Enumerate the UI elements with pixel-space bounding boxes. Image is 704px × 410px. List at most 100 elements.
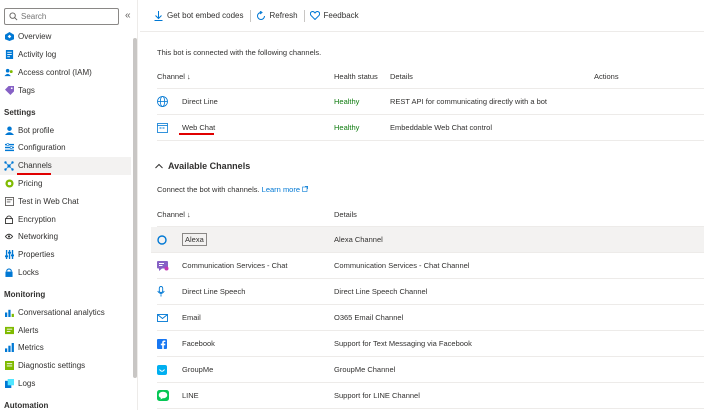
properties-icon (4, 250, 14, 260)
configuration-icon (4, 143, 14, 153)
alerts-icon (4, 325, 14, 335)
channel-name[interactable]: Email (182, 313, 334, 322)
analytics-icon (4, 307, 14, 317)
available-channels-table: Channel ↓ Details Alexa Alexa Channel Co… (151, 203, 704, 409)
collapse-sidebar-button[interactable]: « (125, 10, 131, 21)
refresh-button[interactable]: Refresh (256, 10, 298, 21)
table-row[interactable]: Direct Line Speech Direct Line Speech Ch… (157, 279, 704, 305)
table-row[interactable]: Email O365 Email Channel (157, 305, 704, 331)
diagnostic-settings-icon (4, 361, 14, 371)
sidebar-item-label: Configuration (18, 143, 66, 153)
available-desc-text: Connect the bot with channels. (157, 185, 260, 194)
facebook-icon (157, 338, 182, 349)
sidebar-item-networking[interactable]: Networking (0, 228, 131, 246)
search-icon (9, 12, 18, 21)
toolbar-separator (249, 9, 251, 22)
channel-details: Support for Text Messaging via Facebook (334, 339, 472, 348)
sidebar-item-label: Tags (18, 85, 35, 95)
toolbar: Get bot embed codes Refresh Feedback (140, 0, 704, 32)
activity-log-icon (4, 50, 14, 60)
refresh-icon (256, 10, 265, 20)
feedback-button[interactable]: Feedback (309, 11, 359, 20)
communication-services-icon (157, 260, 182, 271)
table-row[interactable]: Communication Services - Chat Communicat… (157, 253, 704, 279)
sidebar-item-configuration[interactable]: Configuration (0, 139, 131, 157)
sidebar-item-label: Activity log (18, 50, 57, 60)
table-row[interactable]: Facebook Support for Text Messaging via … (157, 331, 704, 357)
header-actions: Actions (594, 72, 619, 81)
header-channel[interactable]: Channel ↓ (157, 210, 334, 219)
refresh-label: Refresh (269, 11, 298, 20)
table-row[interactable]: Web Chat Healthy Embeddable Web Chat con… (157, 115, 704, 141)
line-icon (157, 390, 182, 401)
search-box[interactable] (4, 8, 119, 25)
sidebar-item-label: Pricing (18, 178, 43, 188)
sidebar-item-label: Conversational analytics (18, 307, 105, 317)
learn-more-label: Learn more (261, 185, 301, 194)
sidebar-item-conversational-analytics[interactable]: Conversational analytics (0, 303, 131, 321)
sidebar-item-diagnostic-settings[interactable]: Diagnostic settings (0, 357, 131, 375)
channel-details: Support for LINE Channel (334, 391, 420, 400)
available-desc: Connect the bot with channels. Learn mor… (157, 185, 309, 194)
channels-highlight-underline (17, 172, 51, 175)
sidebar-item-bot-profile[interactable]: Bot profile (0, 121, 131, 139)
table-row[interactable]: Alexa Alexa Channel (151, 227, 704, 253)
sidebar-item-label: Access control (IAM) (18, 67, 92, 77)
sidebar-item-logs[interactable]: Logs (0, 375, 131, 393)
channel-name[interactable]: Direct Line (182, 97, 334, 106)
search-input[interactable] (21, 12, 111, 21)
table-header: Channel ↓ Health status Details Actions (157, 65, 704, 89)
header-details: Details (334, 210, 357, 219)
channel-name[interactable]: Web Chat (182, 123, 334, 132)
sidebar-scrollbar[interactable] (133, 38, 137, 378)
header-health: Health status (334, 72, 378, 81)
sidebar-item-access-control[interactable]: Access control (IAM) (0, 64, 131, 82)
channel-name[interactable]: Facebook (182, 339, 334, 348)
locks-icon (4, 267, 14, 277)
sidebar-section-automation: Automation (4, 400, 49, 410)
sidebar-item-tags[interactable]: Tags (0, 81, 131, 99)
table-row[interactable]: Direct Line Healthy REST API for communi… (157, 89, 704, 115)
channel-name[interactable]: GroupMe (182, 365, 334, 374)
channel-details: GroupMe Channel (334, 365, 396, 374)
channel-details: O365 Email Channel (334, 313, 404, 322)
sidebar-item-alerts[interactable]: Alerts (0, 321, 131, 339)
sidebar-item-label: Test in Web Chat (18, 196, 79, 206)
sidebar-item-label: Channels (18, 161, 52, 171)
lock-icon (4, 214, 14, 224)
table-row[interactable]: GroupMe GroupMe Channel (157, 357, 704, 383)
connected-channels-table: Channel ↓ Health status Details Actions … (157, 65, 704, 141)
header-channel[interactable]: Channel ↓ (157, 72, 334, 81)
channels-icon (4, 160, 14, 171)
heart-icon (309, 11, 320, 20)
table-row[interactable]: LINE Support for LINE Channel (157, 383, 704, 409)
sidebar-item-overview[interactable]: Overview (0, 28, 131, 46)
chevron-up-icon (155, 163, 163, 169)
sidebar-item-metrics[interactable]: Metrics (0, 339, 131, 357)
channel-name[interactable]: Alexa (182, 233, 334, 246)
nav-list: Overview Activity log Access control (IA… (0, 28, 131, 410)
networking-icon (4, 232, 14, 242)
connected-intro: This bot is connected with the following… (157, 48, 322, 57)
channel-name[interactable]: Communication Services - Chat (182, 261, 334, 270)
sidebar-item-properties[interactable]: Properties (0, 246, 131, 264)
logs-icon (4, 378, 14, 388)
sidebar-item-channels[interactable]: Channels (0, 156, 131, 175)
channel-name[interactable]: Direct Line Speech (182, 287, 334, 296)
sidebar-item-test-web-chat[interactable]: Test in Web Chat (0, 192, 131, 210)
get-embed-codes-button[interactable]: Get bot embed codes (154, 10, 244, 21)
learn-more-link[interactable]: Learn more (261, 185, 309, 194)
sidebar-item-pricing[interactable]: Pricing (0, 175, 131, 193)
channel-name[interactable]: LINE (182, 391, 334, 400)
sidebar-item-label: Bot profile (18, 125, 55, 135)
sidebar-item-label: Alerts (18, 325, 39, 335)
sidebar-item-locks[interactable]: Locks (0, 264, 131, 282)
email-icon (157, 313, 182, 322)
sidebar-item-label: Diagnostic settings (18, 361, 86, 371)
overview-icon (4, 32, 14, 42)
sidebar-item-activity-log[interactable]: Activity log (0, 46, 131, 64)
table-header: Channel ↓ Details (157, 203, 704, 227)
available-channels-header[interactable]: Available Channels (155, 161, 250, 171)
health-status: Healthy (334, 97, 360, 106)
sidebar-item-encryption[interactable]: Encryption (0, 210, 131, 228)
